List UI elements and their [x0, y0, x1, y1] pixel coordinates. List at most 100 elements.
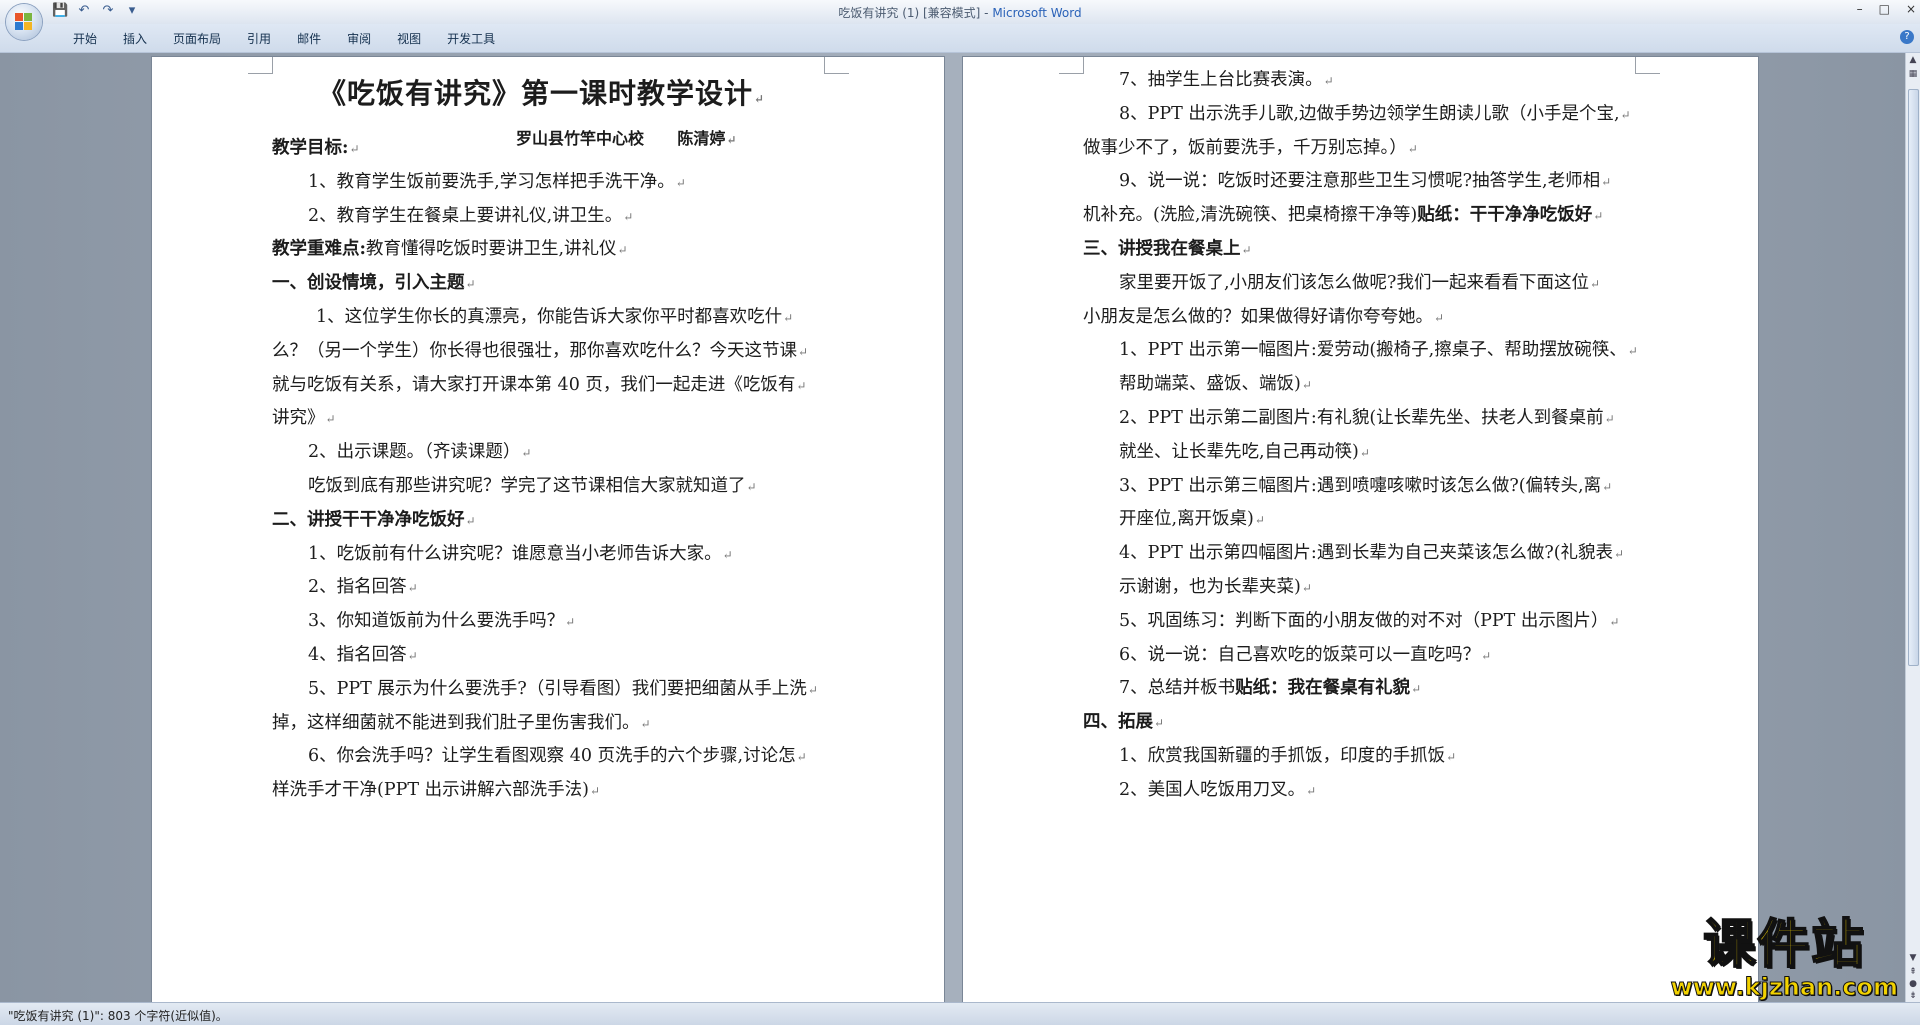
line-text: 3、PPT 出示第三幅图片:遇到喷嚏咳嗽时该怎么做?(偏转头,离: [1119, 475, 1602, 496]
line-text: 2、指名回答: [308, 577, 407, 598]
text-line: 5、巩固练习：判断下面的小朋友做的对不对（PPT 出示图片）↵: [1119, 610, 1619, 633]
ribbon-tab[interactable]: 插入: [110, 30, 160, 48]
text-line: 吃饭到底有那些讲究呢？学完了这节课相信大家就知道了↵: [308, 475, 757, 498]
paragraph-mark-icon: ↵: [1446, 750, 1457, 764]
paragraph-mark-icon: ↵: [1614, 547, 1625, 562]
line-text: 教育懂得吃饭时要讲卫生,讲礼仪: [365, 239, 617, 260]
text-line: 2、PPT 出示第二副图片:有礼貌(让长辈先坐、扶老人到餐桌前↵: [1119, 407, 1615, 430]
paragraph-mark-icon: ↵: [783, 311, 794, 325]
paragraph-mark-icon: ↵: [798, 344, 809, 359]
text-line: 帮助端菜、盛饭、端饭)↵: [1119, 373, 1312, 396]
text-line: 7、总结并板书贴纸：我在餐桌有礼貌↵: [1119, 677, 1421, 700]
ribbon-tab[interactable]: 邮件: [284, 30, 334, 48]
paragraph-mark-icon: ↵: [675, 175, 686, 190]
line-text: 就与吃饭有关系，请大家打开课本第 40 页，我们一起走进《吃饭有: [272, 374, 796, 395]
paragraph-mark-icon: ↵: [1609, 614, 1620, 629]
text-line: 6、说一说：自己喜欢吃的饭菜可以一直吃吗？↵: [1119, 644, 1491, 667]
paragraph-mark-icon: ↵: [589, 784, 601, 799]
ribbon-tab[interactable]: 引用: [234, 30, 284, 48]
line-text: 示谢谢，也为长辈夹菜): [1119, 577, 1301, 597]
paragraph-mark-icon: ↵: [796, 378, 807, 393]
paragraph-mark-icon: ↵: [465, 513, 476, 528]
close-button[interactable]: ×: [1906, 2, 1916, 16]
paragraph-mark-icon: ↵: [1241, 243, 1252, 257]
paragraph-mark-icon: ↵: [1601, 175, 1612, 190]
vertical-scrollbar[interactable]: ▲ ▦ ▼ ⇞ ● ⇟: [1905, 53, 1920, 1003]
text-line: 4、指名回答↵: [308, 644, 418, 667]
ruler-toggle-icon[interactable]: ▦: [1908, 69, 1918, 79]
text-line: 7、抽学生上台比赛表演。↵: [1119, 69, 1334, 92]
text-line: 1、吃饭前有什么讲究呢？谁愿意当小老师告诉大家。↵: [308, 543, 733, 566]
line-text: 开座位,离开饭桌): [1119, 509, 1254, 530]
text-line: 样洗手才干净(PPT 出示讲解六部洗手法)↵: [272, 779, 600, 802]
scroll-up-icon[interactable]: ▲: [1908, 55, 1918, 65]
paragraph-mark-icon: ↵: [565, 615, 576, 630]
paragraph-mark-icon: ↵: [407, 649, 418, 663]
line-text: 三、讲授我在餐桌上: [1083, 239, 1241, 259]
text-line: 2、指名回答↵: [308, 576, 418, 599]
line-text: 2、PPT 出示第二副图片:有礼貌(让长辈先坐、扶老人到餐桌前: [1119, 408, 1604, 428]
line-text: 小朋友是怎么做的？如果做得好请你夸夸她。: [1083, 306, 1433, 327]
crop-mark: [248, 57, 273, 74]
minimize-button[interactable]: –: [1857, 2, 1863, 16]
paragraph-mark-icon: ↵: [1593, 209, 1604, 224]
text-line: 教学目标:↵: [272, 137, 360, 160]
maximize-button[interactable]: □: [1879, 2, 1890, 16]
text-line: 二、讲授干干净净吃饭好↵: [272, 509, 476, 532]
line-text: 教学目标:: [272, 138, 349, 158]
ribbon-tab[interactable]: 页面布局: [160, 30, 234, 48]
help-button[interactable]: ?: [1900, 30, 1914, 44]
paragraph-mark-icon: ↵: [807, 682, 818, 697]
app-name: Microsoft Word: [992, 6, 1082, 20]
text-line: 8、PPT 出示洗手儿歌,边做手势边领学生朗读儿歌（小手是个宝,↵: [1119, 103, 1631, 126]
line-text: 3、你知道饭前为什么要洗手吗？: [308, 611, 565, 632]
text-line: 讲究》↵: [272, 407, 336, 430]
line-text: 1、教育学生饭前要洗手,学习怎样把手洗干净。: [308, 171, 675, 192]
document-title-heading: 《吃饭有讲究》第一课时教学设计↵: [318, 77, 766, 110]
ribbon-tab[interactable]: 审阅: [334, 30, 384, 48]
text-line: 机补充。(洗脸,清洗碗筷、把桌椅擦干净等)贴纸：干干净净吃饭好↵: [1083, 204, 1603, 227]
text-line: 1、PPT 出示第一幅图片:爱劳动(搬椅子,擦桌子、帮助摆放碗筷、↵: [1119, 339, 1638, 362]
text-line: 教学重难点:教育懂得吃饭时要讲卫生,讲礼仪↵: [272, 238, 628, 261]
paragraph-mark-icon: ↵: [640, 716, 651, 731]
paragraph-mark-icon: ↵: [407, 581, 418, 596]
previous-page-icon[interactable]: ⇞: [1908, 967, 1918, 977]
paragraph-mark-icon: ↵: [1301, 378, 1312, 393]
ribbon-tabs: 开始 插入 页面布局 引用 邮件 审阅 视图 开发工具: [60, 30, 508, 48]
text-line: 示谢谢，也为长辈夹菜)↵: [1119, 576, 1312, 599]
paragraph-mark-icon: ↵: [1407, 141, 1418, 156]
line-text: 做事少不了，饭前要洗手，千万别忘掉。）: [1083, 137, 1407, 158]
page-1[interactable]: 《吃饭有讲究》第一课时教学设计↵ 罗山县竹竿中心校 陈清婷↵ 教学目标:↵ 1、教…: [152, 57, 944, 1007]
office-button[interactable]: [6, 4, 42, 40]
page-2[interactable]: 7、抽学生上台比赛表演。↵ 8、PPT 出示洗手儿歌,边做手势边领学生朗读儿歌（小…: [963, 57, 1758, 1007]
paragraph-mark-icon: ↵: [521, 446, 532, 461]
line-text: 吃饭到底有那些讲究呢？学完了这节课相信大家就知道了: [308, 476, 746, 496]
paragraph-mark-icon: ↵: [1604, 412, 1615, 426]
line-text: 5、巩固练习：判断下面的小朋友做的对不对（PPT 出示图片）: [1119, 610, 1609, 631]
line-text: 讲究》: [272, 408, 325, 429]
status-word-count[interactable]: "吃饭有讲究 (1)": 803 个字符(近似值)。: [8, 1007, 228, 1024]
document-workspace: 《吃饭有讲究》第一课时教学设计↵ 罗山县竹竿中心校 陈清婷↵ 教学目标:↵ 1、教…: [0, 53, 1906, 1007]
line-text: 2、出示课题。（齐读课题）: [308, 442, 521, 463]
paragraph-mark-icon: ↵: [1323, 74, 1334, 88]
scroll-down-icon[interactable]: ▼: [1908, 953, 1918, 963]
scroll-thumb[interactable]: [1908, 89, 1919, 666]
paragraph-mark-icon: ↵: [1434, 310, 1445, 325]
paragraph-mark-icon: ↵: [1627, 344, 1638, 359]
line-text: 4、指名回答: [308, 645, 407, 665]
text-line: 1、教育学生饭前要洗手,学习怎样把手洗干净。↵: [308, 171, 686, 194]
line-text: 4、PPT 出示第四幅图片:遇到长辈为自己夹菜该怎么做?(礼貌表: [1119, 543, 1614, 564]
select-browse-object-icon[interactable]: ●: [1908, 979, 1918, 989]
text-line: 小朋友是怎么做的？如果做得好请你夸夸她。↵: [1083, 306, 1444, 329]
paragraph-mark-icon: ↵: [1602, 479, 1613, 494]
ribbon-tab[interactable]: 开始: [60, 30, 110, 48]
ribbon-tab[interactable]: 开发工具: [434, 30, 508, 48]
text-line: 3、PPT 出示第三幅图片:遇到喷嚏咳嗽时该怎么做?(偏转头,离↵: [1119, 475, 1612, 498]
next-page-icon[interactable]: ⇟: [1908, 991, 1918, 1001]
text-line: 1、这位学生你长的真漂亮，你能告诉大家你平时都喜欢吃什↵: [316, 306, 793, 329]
text-line: 四、拓展↵: [1083, 711, 1164, 734]
line-text: 2、美国人吃饭用刀叉。: [1119, 779, 1306, 800]
sticker-label: 贴纸：干干净净吃饭好: [1417, 205, 1593, 226]
ribbon-tab[interactable]: 视图: [384, 30, 434, 48]
text-line: 一、创设情境，引入主题↵: [272, 272, 476, 295]
